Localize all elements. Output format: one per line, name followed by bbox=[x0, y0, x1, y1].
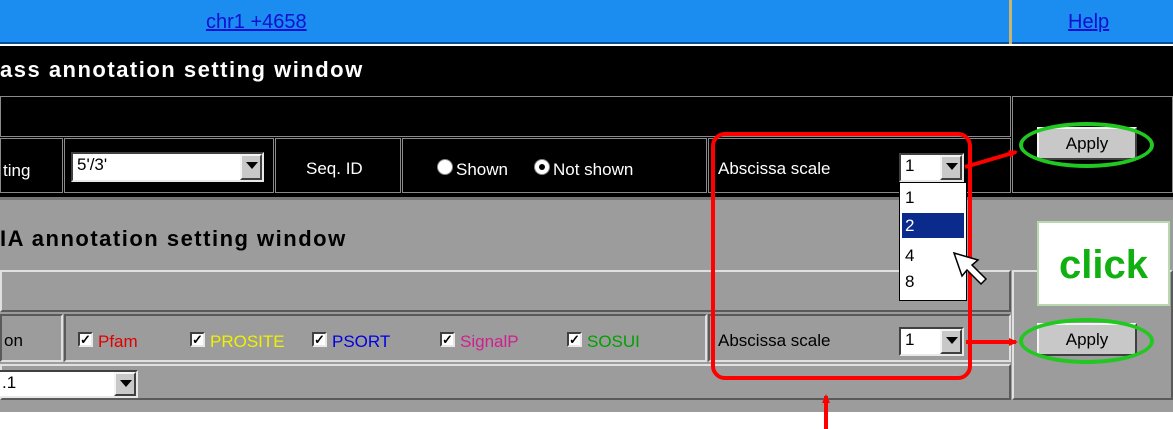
arrow-to-upper-apply bbox=[964, 150, 1018, 169]
mouse-cursor-icon bbox=[952, 251, 988, 286]
annotation-arrows bbox=[822, 150, 1018, 429]
